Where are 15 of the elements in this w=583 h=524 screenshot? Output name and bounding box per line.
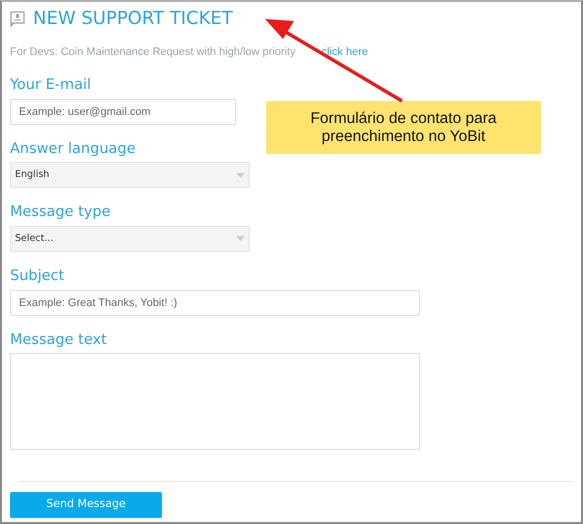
message-textarea[interactable] xyxy=(10,353,420,450)
caret-icon xyxy=(236,236,245,242)
page-title: NEW SUPPORT TICKET xyxy=(33,10,233,28)
caret-icon xyxy=(236,172,245,178)
input-field[interactable]: Example: user@gmail.com xyxy=(10,98,236,125)
field-label: Answer language xyxy=(10,140,137,158)
annotation-callout: Formulário de contato para preenchimento no YoBit xyxy=(266,101,541,154)
field-label: Subject xyxy=(10,268,66,286)
select-dropdown[interactable]: Select... xyxy=(10,226,250,252)
field-label: Message type xyxy=(10,204,112,222)
select-dropdown[interactable]: English xyxy=(10,162,250,188)
field-label: Your E-mail xyxy=(10,76,92,94)
input-field[interactable]: Example: Great Thanks, Yobit! :) xyxy=(10,290,420,316)
ticket-icon xyxy=(10,11,25,27)
field-label: Message text xyxy=(10,332,108,350)
